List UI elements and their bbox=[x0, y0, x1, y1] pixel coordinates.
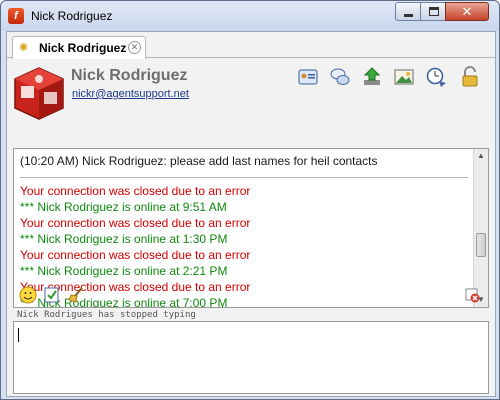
maximize-icon bbox=[429, 7, 439, 16]
download-icon[interactable] bbox=[361, 66, 383, 88]
clear-history-icon[interactable] bbox=[463, 286, 481, 304]
window-title: Nick Rodriguez bbox=[31, 9, 113, 23]
minimize-button[interactable] bbox=[395, 2, 421, 21]
text-caret bbox=[18, 328, 19, 342]
tab-conversation[interactable]: ✺ Nick Rodriguez ✕ bbox=[12, 36, 146, 59]
lock-icon[interactable] bbox=[459, 66, 481, 88]
status-line-error: Your connection was closed due to an err… bbox=[20, 216, 251, 230]
sun-icon: ✺ bbox=[19, 42, 29, 54]
avatar bbox=[14, 67, 64, 120]
message-line: (10:20 AM) Nick Rodriguez: please add la… bbox=[20, 154, 378, 168]
image-icon[interactable] bbox=[393, 66, 415, 88]
broom-icon[interactable] bbox=[67, 286, 85, 304]
contact-name: Nick Rodriguez bbox=[71, 67, 188, 84]
title-bar[interactable]: f Nick Rodriguez ✕ bbox=[1, 1, 499, 31]
chat-window: f Nick Rodriguez ✕ ✺ Nick Rodriguez ✕ Ni… bbox=[0, 0, 500, 400]
scroll-up-icon[interactable]: ▲ bbox=[474, 149, 488, 163]
close-window-button[interactable]: ✕ bbox=[445, 2, 489, 21]
message-input[interactable] bbox=[13, 321, 489, 394]
client-area: ✺ Nick Rodriguez ✕ Nick Rodriguez nickr@… bbox=[6, 31, 496, 397]
tab-label: Nick Rodriguez bbox=[39, 41, 127, 55]
emoticon-icon[interactable] bbox=[19, 286, 37, 304]
contact-email-link[interactable]: nickr@agentsupport.net bbox=[72, 88, 189, 100]
divider bbox=[20, 177, 468, 178]
minimize-icon bbox=[404, 14, 413, 17]
tab-close-icon[interactable]: ✕ bbox=[128, 41, 141, 54]
scrollbar-thumb[interactable] bbox=[476, 233, 486, 257]
chat-bubbles-icon[interactable] bbox=[329, 66, 351, 88]
contact-card-icon[interactable] bbox=[297, 66, 319, 88]
typing-status: Nick Rodrigues has stopped typing bbox=[17, 310, 196, 320]
spellcheck-icon[interactable] bbox=[43, 286, 61, 304]
app-icon: f bbox=[8, 8, 24, 24]
status-line-online: *** Nick Rodriguez is online at 1:30 PM bbox=[20, 232, 228, 246]
close-icon: ✕ bbox=[461, 4, 473, 19]
status-line-online: *** Nick Rodriguez is online at 9:51 AM bbox=[20, 200, 227, 214]
contact-header: Nick Rodriguez nickr@agentsupport.net (1… bbox=[7, 59, 495, 308]
maximize-button[interactable] bbox=[420, 2, 446, 21]
status-line-error: Your connection was closed due to an err… bbox=[20, 248, 251, 262]
status-line-online: *** Nick Rodriguez is online at 2:21 PM bbox=[20, 264, 228, 278]
status-line-error: Your connection was closed due to an err… bbox=[20, 184, 251, 198]
clock-icon[interactable] bbox=[425, 66, 447, 88]
compose-toolbar bbox=[7, 283, 495, 307]
tab-strip: ✺ Nick Rodriguez ✕ bbox=[7, 32, 495, 59]
